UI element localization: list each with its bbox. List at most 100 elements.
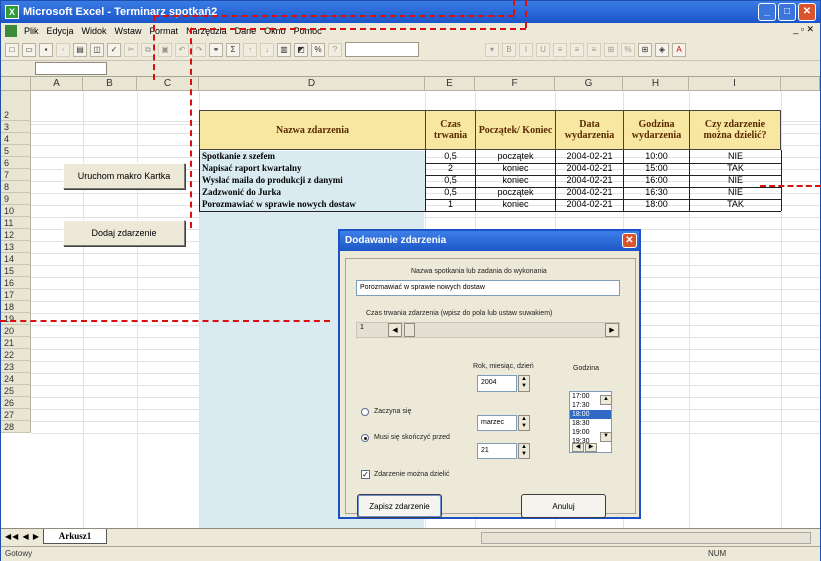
event-name-cell[interactable]: Zadzwonić do Jurka	[200, 187, 425, 199]
table-cell[interactable]: 2004-02-21	[556, 175, 623, 187]
merge-icon[interactable]: ⊞	[604, 42, 618, 57]
row-header[interactable]: 18	[1, 301, 31, 313]
hour-listbox[interactable]: 17:00 17:30 18:00 18:30 19:00 19:30 ▲ ▼ …	[569, 391, 612, 453]
sort-desc-icon[interactable]: ↓	[260, 42, 274, 57]
font-name-box[interactable]	[345, 42, 419, 57]
header-event-name[interactable]: Nazwa zdarzenia	[199, 110, 426, 150]
font-color-icon[interactable]: A	[672, 42, 686, 57]
radio-start[interactable]	[361, 408, 369, 416]
listbox-scroll-left-icon[interactable]: ◀	[572, 443, 584, 452]
help-icon[interactable]: ?	[328, 42, 342, 57]
row-header[interactable]: 19	[1, 313, 31, 325]
drawing-icon[interactable]: ◩	[294, 42, 308, 57]
row-header[interactable]: 16	[1, 277, 31, 289]
row-header[interactable]: 27	[1, 409, 31, 421]
table-cell[interactable]: 2004-02-21	[556, 199, 623, 211]
row-header[interactable]: 23	[1, 361, 31, 373]
table-cell[interactable]: 16:00	[624, 175, 689, 187]
close-icon[interactable]: ✕	[798, 3, 816, 21]
row-header[interactable]: 2	[1, 110, 31, 121]
menu-view[interactable]: Widok	[78, 26, 111, 36]
table-cell[interactable]: 0,5	[426, 187, 475, 199]
row-header[interactable]: 22	[1, 349, 31, 361]
table-cell[interactable]: 1	[426, 199, 475, 211]
table-cell[interactable]: początek	[476, 187, 555, 199]
table-cell[interactable]: 10:00	[624, 151, 689, 163]
row-header[interactable]: 12	[1, 229, 31, 241]
row-header[interactable]: 8	[1, 181, 31, 193]
month-spinner[interactable]: ▲ ▼	[518, 415, 530, 431]
sheet-tab-arkusz1[interactable]: Arkusz1	[43, 529, 107, 544]
column-header-f[interactable]: F	[475, 77, 555, 91]
event-name-cell[interactable]: Spotkanie z szefem	[200, 151, 425, 163]
row-header[interactable]: 24	[1, 373, 31, 385]
listbox-scroll-up-icon[interactable]: ▲	[600, 395, 612, 405]
table-cell[interactable]: koniec	[476, 199, 555, 211]
table-cell[interactable]: 0,5	[426, 151, 475, 163]
font-size-box[interactable]: ▾	[485, 42, 499, 57]
column-header-i[interactable]: I	[689, 77, 781, 91]
select-all-corner[interactable]	[1, 77, 31, 91]
table-cell[interactable]: 15:00	[624, 163, 689, 175]
slider-left-arrow-icon[interactable]: ◀	[388, 323, 402, 337]
print-icon[interactable]: ▤	[73, 42, 87, 57]
event-name-cell[interactable]: Porozmawiać w sprawie nowych dostaw	[200, 199, 425, 211]
year-input[interactable]: 2004	[477, 375, 517, 392]
undo-icon[interactable]: ↶	[175, 42, 189, 57]
event-name-cell[interactable]: Napisać raport kwartalny	[200, 163, 425, 175]
align-right-icon[interactable]: ≡	[587, 42, 601, 57]
row-header[interactable]: 7	[1, 169, 31, 181]
duration-slider[interactable]: 1 ◀ ▶	[356, 322, 620, 338]
table-cell[interactable]: TAK	[690, 199, 781, 211]
column-header-a[interactable]: A	[31, 77, 83, 91]
autosum-icon[interactable]: Σ	[226, 42, 240, 57]
table-cell[interactable]: koniec	[476, 163, 555, 175]
hour-option[interactable]: 18:30	[570, 419, 611, 428]
cut-icon[interactable]: ✂	[124, 42, 138, 57]
cancel-button[interactable]: Anuluj	[521, 494, 606, 518]
column-header-h[interactable]: H	[623, 77, 689, 91]
row-header[interactable]: 21	[1, 337, 31, 349]
listbox-scroll-right-icon[interactable]: ▶	[585, 443, 597, 452]
header-date[interactable]: Data wydarzenia	[555, 110, 624, 150]
table-cell[interactable]: NIE	[690, 187, 781, 199]
align-center-icon[interactable]: ≡	[570, 42, 584, 57]
table-cell[interactable]: 16:30	[624, 187, 689, 199]
row-header[interactable]: 11	[1, 217, 31, 229]
menu-format[interactable]: Format	[146, 26, 183, 36]
table-cell[interactable]: 2004-02-21	[556, 163, 623, 175]
column-header-d[interactable]: D	[199, 77, 425, 91]
row-header[interactable]: 5	[1, 145, 31, 157]
slider-thumb[interactable]	[404, 323, 415, 337]
italic-icon[interactable]: I	[519, 42, 533, 57]
minimize-icon[interactable]: _	[758, 3, 776, 21]
header-time[interactable]: Godzina wydarzenia	[623, 110, 690, 150]
percent-icon[interactable]: %	[621, 42, 635, 57]
row-header[interactable]: 15	[1, 265, 31, 277]
paste-icon[interactable]: ▣	[158, 42, 172, 57]
header-duration[interactable]: Czas trwania	[425, 110, 476, 150]
event-name-input[interactable]: Porozmawiać w sprawie nowych dostaw	[356, 280, 620, 296]
horizontal-scrollbar[interactable]	[481, 532, 811, 544]
permission-icon[interactable]: ◦	[56, 42, 70, 57]
zoom-icon[interactable]: %	[311, 42, 325, 57]
column-header-e[interactable]: E	[425, 77, 475, 91]
table-cell[interactable]: 2	[426, 163, 475, 175]
print-preview-icon[interactable]: ◫	[90, 42, 104, 57]
row-header[interactable]: 26	[1, 397, 31, 409]
borders-icon[interactable]: ⊞	[638, 42, 652, 57]
new-icon[interactable]: □	[5, 42, 19, 57]
row-header[interactable]: 6	[1, 157, 31, 169]
slider-right-arrow-icon[interactable]: ▶	[605, 323, 619, 337]
menu-insert[interactable]: Wstaw	[111, 26, 146, 36]
row-header[interactable]: 9	[1, 193, 31, 205]
name-box[interactable]	[35, 62, 107, 75]
menu-edit[interactable]: Edycja	[43, 26, 78, 36]
table-cell[interactable]: 18:00	[624, 199, 689, 211]
doc-window-controls[interactable]: _ ▫ ✕	[793, 24, 814, 35]
table-cell[interactable]: początek	[476, 151, 555, 163]
header-divisible[interactable]: Czy zdarzenie można dzielić?	[689, 110, 781, 150]
table-cell[interactable]: koniec	[476, 175, 555, 187]
sort-asc-icon[interactable]: ↑	[243, 42, 257, 57]
day-spinner[interactable]: ▲ ▼	[518, 443, 530, 459]
